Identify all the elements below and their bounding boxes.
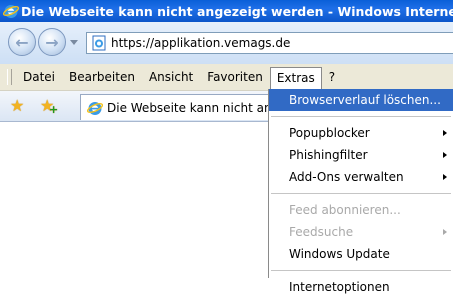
submenu-arrow-icon: [443, 130, 447, 136]
submenu-arrow-icon: [443, 229, 447, 235]
back-icon: ←: [15, 32, 29, 52]
page-icon: [92, 35, 106, 51]
ie-logo-icon: [3, 5, 19, 18]
menu-item-label: Feedsuche: [289, 225, 354, 239]
menu-separator: [271, 270, 451, 271]
window-title: Die Webseite kann nicht angezeigt werden…: [21, 3, 453, 19]
menu-datei[interactable]: Datei: [16, 66, 62, 88]
menu-item-label: Phishingfilter: [289, 148, 368, 162]
url-text: https://applikation.vemags.de: [111, 36, 291, 50]
tab-ie-logo-icon: [87, 101, 103, 115]
menubar-grip[interactable]: [7, 69, 12, 85]
menu-bearbeiten[interactable]: Bearbeiten: [62, 66, 142, 88]
submenu-arrow-icon: [443, 174, 447, 180]
menu-bar: Datei Bearbeiten Ansicht Favoriten Extra…: [0, 64, 453, 91]
back-button[interactable]: ←: [8, 28, 36, 56]
menu-separator: [271, 116, 451, 117]
menu-item-internetoptionen[interactable]: Internetoptionen: [269, 276, 453, 298]
address-row: ← → https://applikation.vemags.de: [0, 22, 453, 64]
extras-dropdown-menu: Browserverlauf löschen... Popupblocker P…: [268, 89, 453, 294]
title-bar[interactable]: Die Webseite kann nicht angezeigt werden…: [0, 0, 453, 22]
address-bar[interactable]: https://applikation.vemags.de: [86, 32, 453, 54]
submenu-arrow-icon: [443, 152, 447, 158]
menu-separator: [271, 193, 451, 194]
menu-extras[interactable]: Extras: [269, 66, 322, 90]
menu-item-windows-update[interactable]: Windows Update: [269, 243, 453, 265]
favorites-star-icon[interactable]: ★: [10, 98, 24, 114]
menu-favoriten[interactable]: Favoriten: [200, 66, 270, 88]
menu-item-phishingfilter[interactable]: Phishingfilter: [269, 144, 453, 166]
menu-item-popupblocker[interactable]: Popupblocker: [269, 122, 453, 144]
browser-tab[interactable]: Die Webseite kann nicht angezeigt werden: [80, 94, 280, 120]
tab-title: Die Webseite kann nicht angezeigt werden: [107, 100, 279, 115]
nav-dropdown-icon[interactable]: [70, 40, 78, 45]
menu-item-feed-abonnieren: Feed abonnieren...: [289, 203, 401, 217]
forward-button[interactable]: →: [38, 28, 66, 56]
forward-icon: →: [45, 32, 59, 52]
menu-help[interactable]: ?: [322, 66, 342, 88]
menu-item-label: Add-Ons verwalten: [289, 170, 404, 184]
menu-item-add-ons-verwalten[interactable]: Add-Ons verwalten: [269, 166, 453, 188]
add-favorites-icon[interactable]: ★: [40, 98, 59, 119]
menu-item-browserverlauf-loeschen[interactable]: Browserverlauf löschen...: [269, 89, 453, 111]
menu-item-feedsuche: Feedsuche: [269, 221, 453, 243]
menu-ansicht[interactable]: Ansicht: [142, 66, 200, 88]
menu-item-label: Popupblocker: [289, 126, 370, 140]
